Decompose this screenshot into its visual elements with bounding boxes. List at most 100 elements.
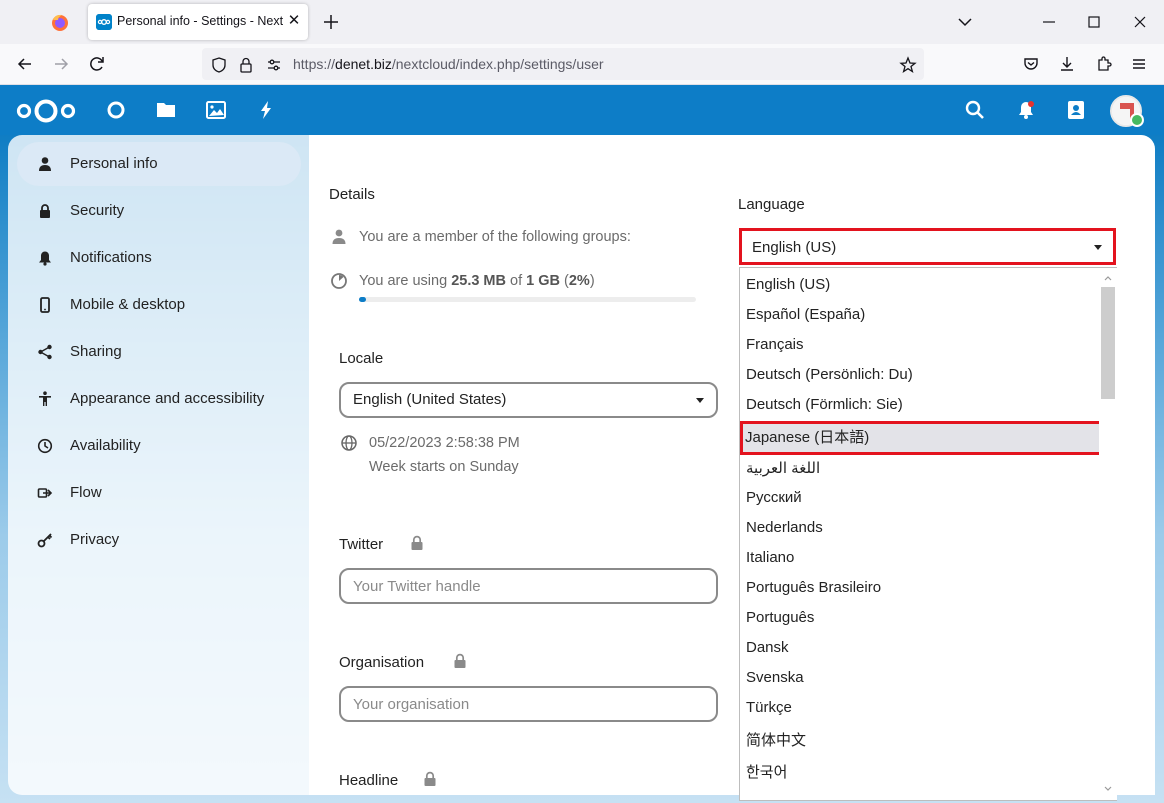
language-option[interactable]: Svenska [746, 669, 804, 686]
language-option[interactable]: Deutsch (Förmlich: Sie) [746, 396, 903, 413]
maximize-icon[interactable] [1084, 12, 1104, 32]
language-option[interactable]: Türkçe [746, 699, 792, 716]
reload-icon[interactable] [87, 54, 107, 74]
sidebar-item-label: Availability [70, 437, 141, 454]
menu-hamburger-icon[interactable] [1129, 54, 1149, 74]
language-option[interactable]: Nederlands [746, 519, 823, 536]
shield-icon[interactable] [210, 56, 228, 74]
browser-tab-active[interactable]: Personal info - Settings - Nextcloud ✕ [88, 4, 308, 40]
dropdown-scrollbar-thumb[interactable] [1101, 287, 1115, 399]
language-option[interactable]: English (US) [746, 276, 830, 293]
tab-close-icon[interactable]: ✕ [286, 12, 302, 30]
sidebar-item-label: Sharing [70, 343, 122, 360]
firefox-icon[interactable] [46, 10, 74, 36]
new-tab-icon[interactable] [320, 11, 342, 33]
photos-icon[interactable] [205, 99, 227, 121]
sidebar-item-label: Personal info [70, 155, 158, 172]
window-close-icon[interactable] [1130, 12, 1150, 32]
language-option[interactable]: Português [746, 609, 814, 626]
back-icon[interactable] [15, 54, 35, 74]
language-option-highlighted[interactable]: Japanese (日本語) [745, 426, 869, 447]
scroll-up-icon[interactable] [1103, 273, 1113, 283]
sidebar-item-personal-info[interactable]: Personal info [17, 142, 301, 186]
phone-icon [40, 297, 50, 313]
permissions-icon[interactable] [265, 56, 283, 74]
browser-nav-bar: https://denet.biz/nextcloud/index.php/se… [0, 44, 1164, 85]
lock-icon [40, 204, 50, 218]
sidebar-item-label: Notifications [70, 249, 152, 266]
scroll-down-icon[interactable] [1103, 784, 1113, 794]
twitter-input[interactable] [339, 568, 718, 604]
extensions-icon[interactable] [1094, 54, 1114, 74]
groups-text: You are a member of the following groups… [359, 229, 631, 245]
quota-pie-icon [331, 273, 347, 289]
sidebar-item-sharing[interactable]: Sharing [17, 330, 301, 374]
group-user-icon [332, 229, 346, 244]
visibility-lock-icon[interactable] [453, 653, 467, 669]
nextcloud-header [0, 85, 1164, 135]
contacts-icon[interactable] [1065, 99, 1087, 121]
chevron-down-icon [696, 398, 704, 403]
sidebar-item-flow[interactable]: Flow [17, 471, 301, 515]
chevron-down-icon [1094, 245, 1102, 250]
language-option[interactable]: 简体中文 [746, 729, 806, 750]
locale-week-start: Week starts on Sunday [369, 459, 519, 475]
activity-icon[interactable] [255, 99, 277, 121]
forward-icon[interactable] [51, 54, 71, 74]
visibility-lock-icon[interactable] [410, 535, 424, 551]
details-heading: Details [329, 186, 375, 203]
list-all-tabs-icon[interactable] [956, 13, 974, 31]
share-icon [38, 344, 52, 360]
sidebar-item-label: Mobile & desktop [70, 296, 186, 313]
quota-progress-bar [359, 297, 696, 302]
locale-datetime: 05/22/2023 2:58:38 PM [369, 435, 520, 451]
sidebar-item-label: Security [70, 202, 125, 219]
locale-value: English (United States) [353, 391, 507, 408]
bell-icon [39, 251, 51, 266]
language-option[interactable]: اللغة العربية [746, 459, 820, 477]
pocket-icon[interactable] [1021, 54, 1041, 74]
online-status-icon [1130, 113, 1144, 127]
language-option[interactable]: 한국어 [746, 761, 787, 782]
sidebar-item-notifications[interactable]: Notifications [17, 236, 301, 280]
language-option[interactable]: Dansk [746, 639, 789, 656]
downloads-icon[interactable] [1057, 54, 1077, 74]
language-select[interactable]: English (US) [739, 228, 1116, 265]
language-option[interactable]: Português Brasileiro [746, 579, 881, 596]
clock-icon [37, 438, 53, 454]
sidebar-item-label: Flow [70, 484, 102, 501]
browser-tab-bar: Personal info - Settings - Nextcloud ✕ [0, 0, 1164, 44]
search-icon[interactable] [964, 99, 986, 121]
nextcloud-logo-icon[interactable] [15, 97, 77, 125]
language-option[interactable]: Español (España) [746, 306, 865, 323]
files-icon[interactable] [155, 99, 177, 121]
nextcloud-favicon-icon [96, 14, 112, 30]
notifications-bell-icon[interactable] [1015, 99, 1037, 121]
sidebar-item-appearance[interactable]: Appearance and accessibility [17, 377, 301, 421]
sidebar-item-mobile-desktop[interactable]: Mobile & desktop [17, 283, 301, 327]
padlock-icon[interactable] [237, 56, 255, 74]
language-option[interactable]: Deutsch (Persönlich: Du) [746, 366, 913, 383]
language-dropdown-list: English (US) Español (España) Français D… [739, 267, 1117, 801]
flow-icon [37, 488, 53, 498]
user-icon [39, 157, 51, 171]
language-option[interactable]: Français [746, 336, 804, 353]
globe-icon [341, 435, 357, 451]
headline-heading: Headline [339, 772, 399, 789]
organisation-input[interactable] [339, 686, 718, 722]
minimize-icon[interactable] [1039, 12, 1059, 32]
sidebar-item-availability[interactable]: Availability [17, 424, 301, 468]
sidebar-item-privacy[interactable]: Privacy [17, 518, 301, 562]
sidebar-item-security[interactable]: Security [17, 189, 301, 233]
language-option[interactable]: Italiano [746, 549, 794, 566]
url-text[interactable]: https://denet.biz/nextcloud/index.php/se… [293, 56, 604, 72]
dashboard-icon[interactable] [105, 99, 127, 121]
url-bar[interactable]: https://denet.biz/nextcloud/index.php/se… [202, 48, 924, 80]
bookmark-star-icon[interactable] [899, 56, 917, 74]
settings-sidebar: Personal info Security Notifications Mob… [8, 135, 309, 795]
locale-select[interactable]: English (United States) [339, 382, 718, 418]
language-heading: Language [738, 196, 805, 213]
language-option[interactable]: Русский [746, 489, 802, 506]
locale-heading: Locale [339, 350, 384, 367]
visibility-lock-icon[interactable] [423, 771, 437, 787]
